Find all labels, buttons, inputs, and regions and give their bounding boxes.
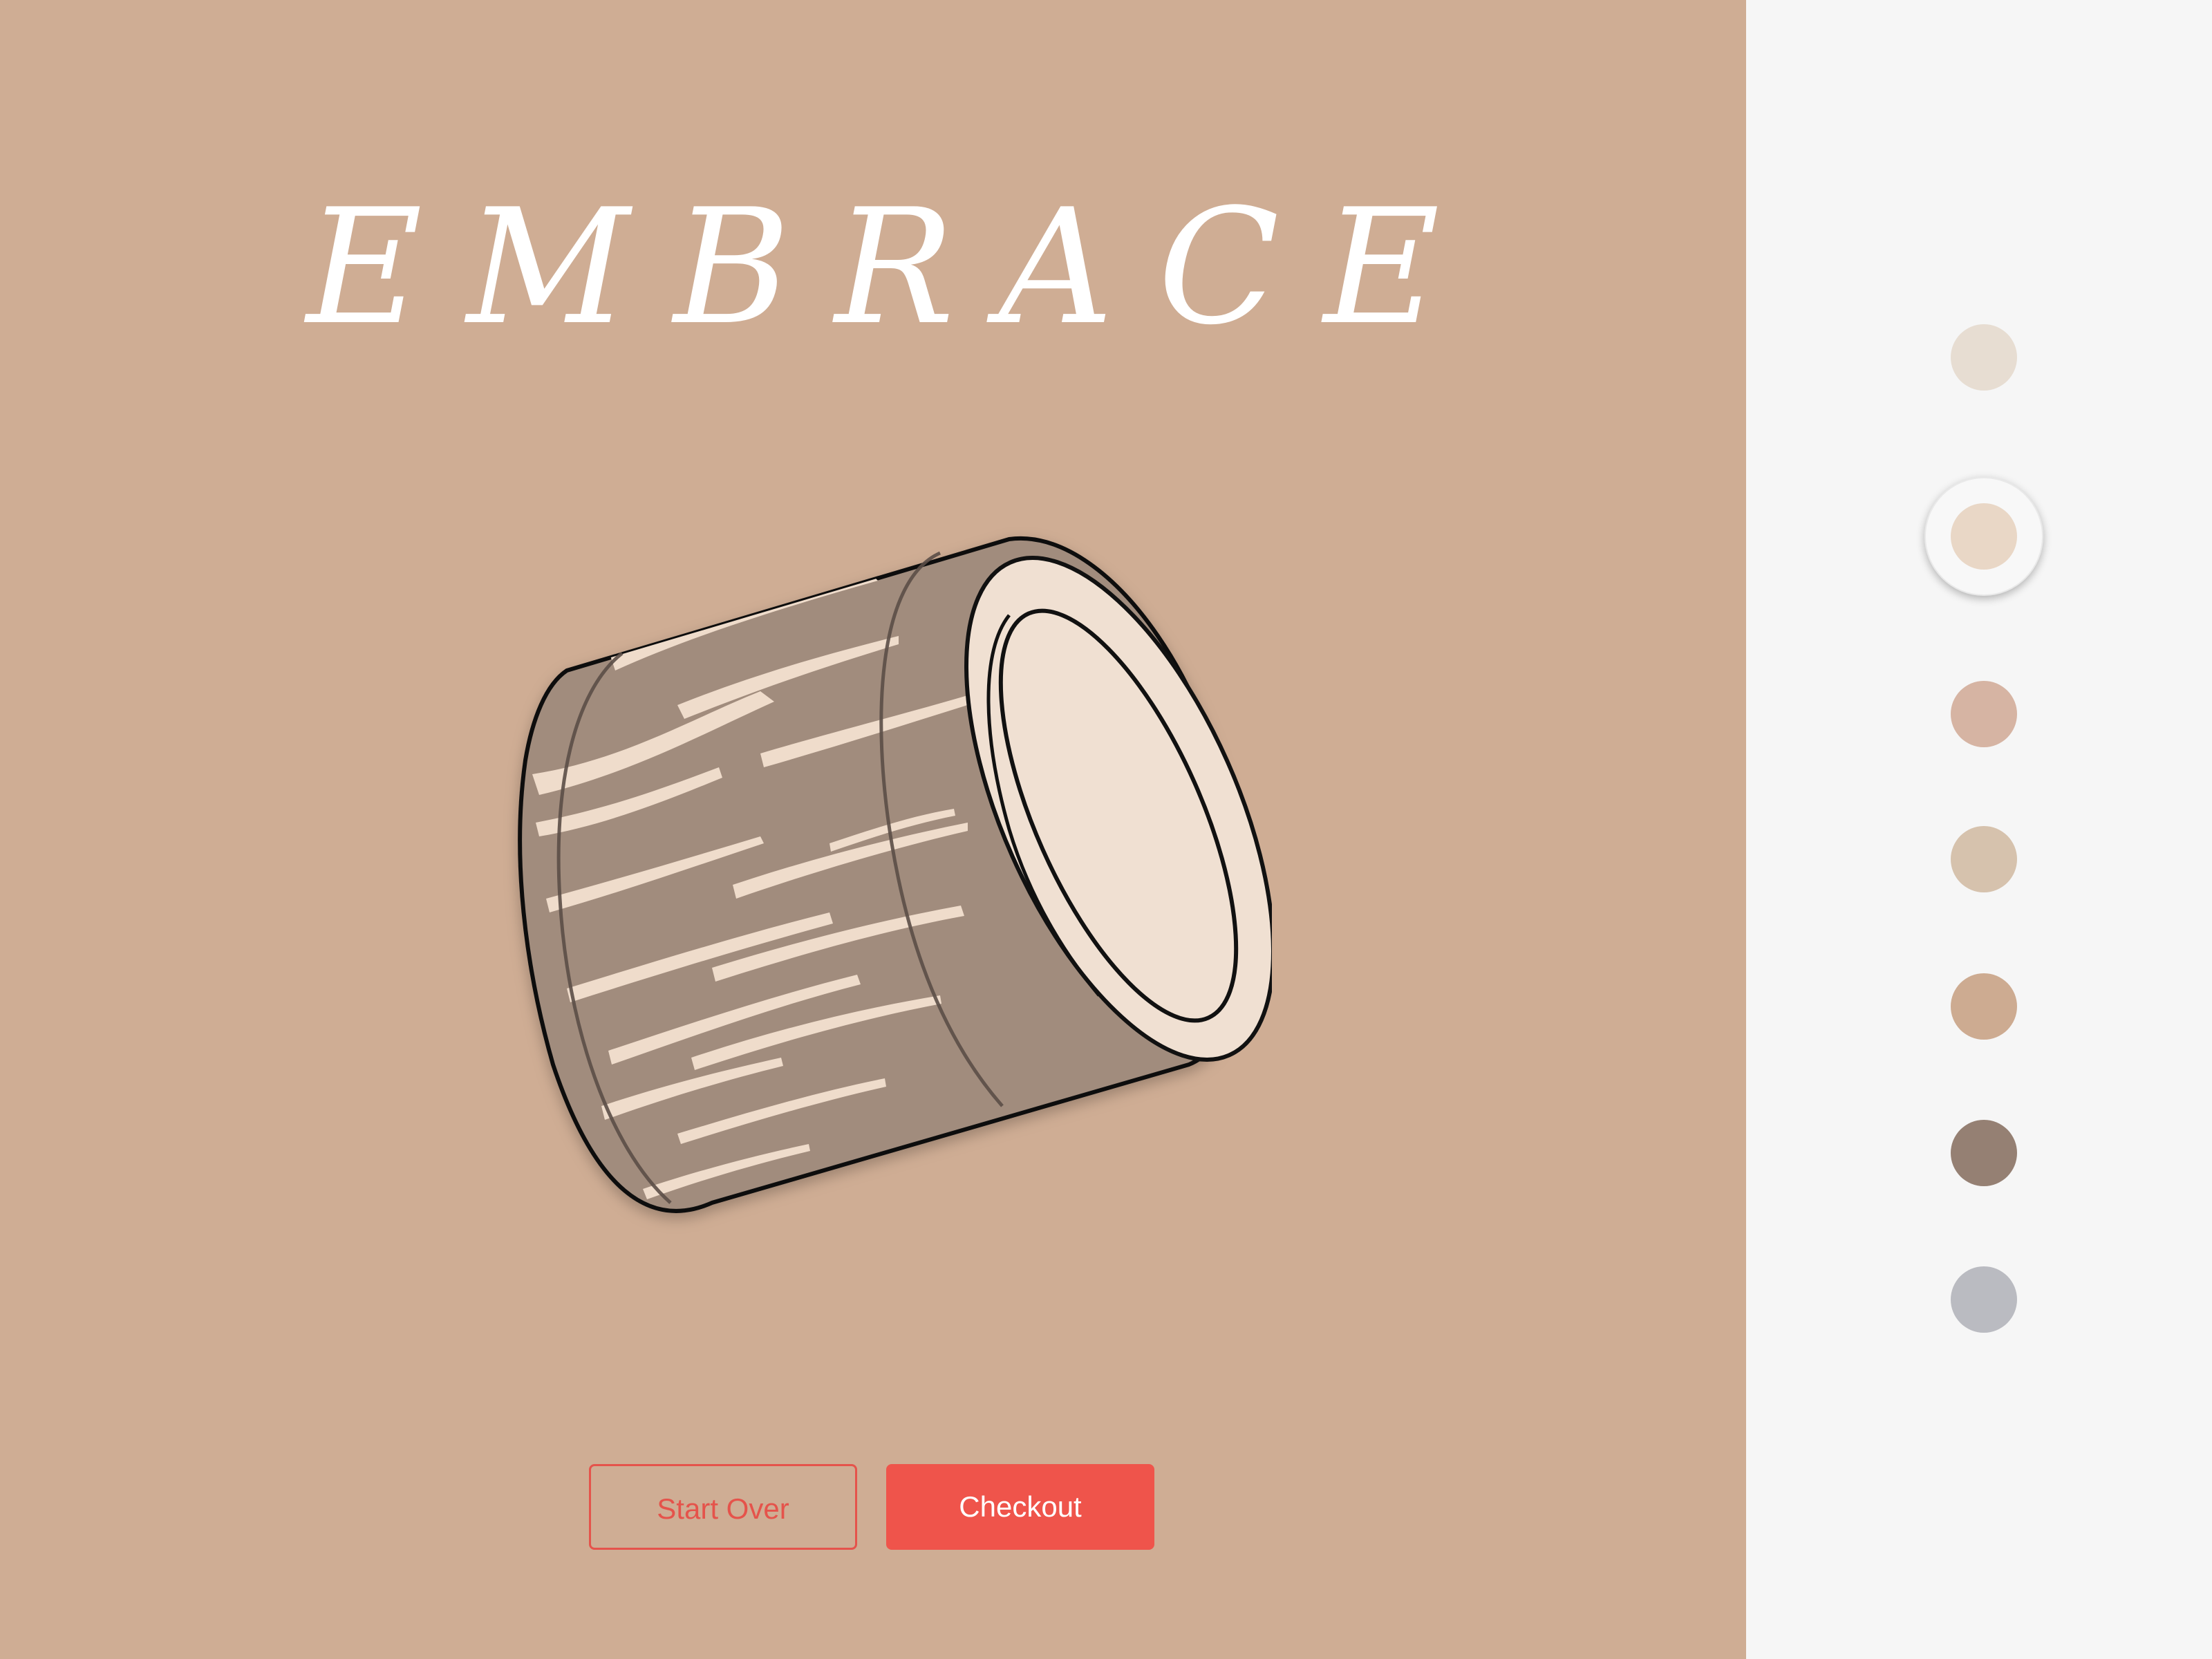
app-stage: EMBRACE Start Over Checkout <box>0 0 2212 1659</box>
color-swatch[interactable] <box>1951 826 2017 892</box>
preview-panel: EMBRACE Start Over Checkout <box>0 0 1746 1659</box>
checkout-button[interactable]: Checkout <box>886 1464 1154 1550</box>
color-swatch[interactable] <box>1951 973 2017 1040</box>
ring-illustration <box>484 512 1272 1272</box>
color-swatch-selected[interactable] <box>1951 503 2017 570</box>
product-title: EMBRACE <box>306 176 1484 360</box>
start-over-button[interactable]: Start Over <box>589 1464 857 1550</box>
color-swatch[interactable] <box>1951 324 2017 391</box>
color-swatch[interactable] <box>1951 1120 2017 1186</box>
color-swatch[interactable] <box>1951 1266 2017 1333</box>
color-swatch[interactable] <box>1951 681 2017 747</box>
